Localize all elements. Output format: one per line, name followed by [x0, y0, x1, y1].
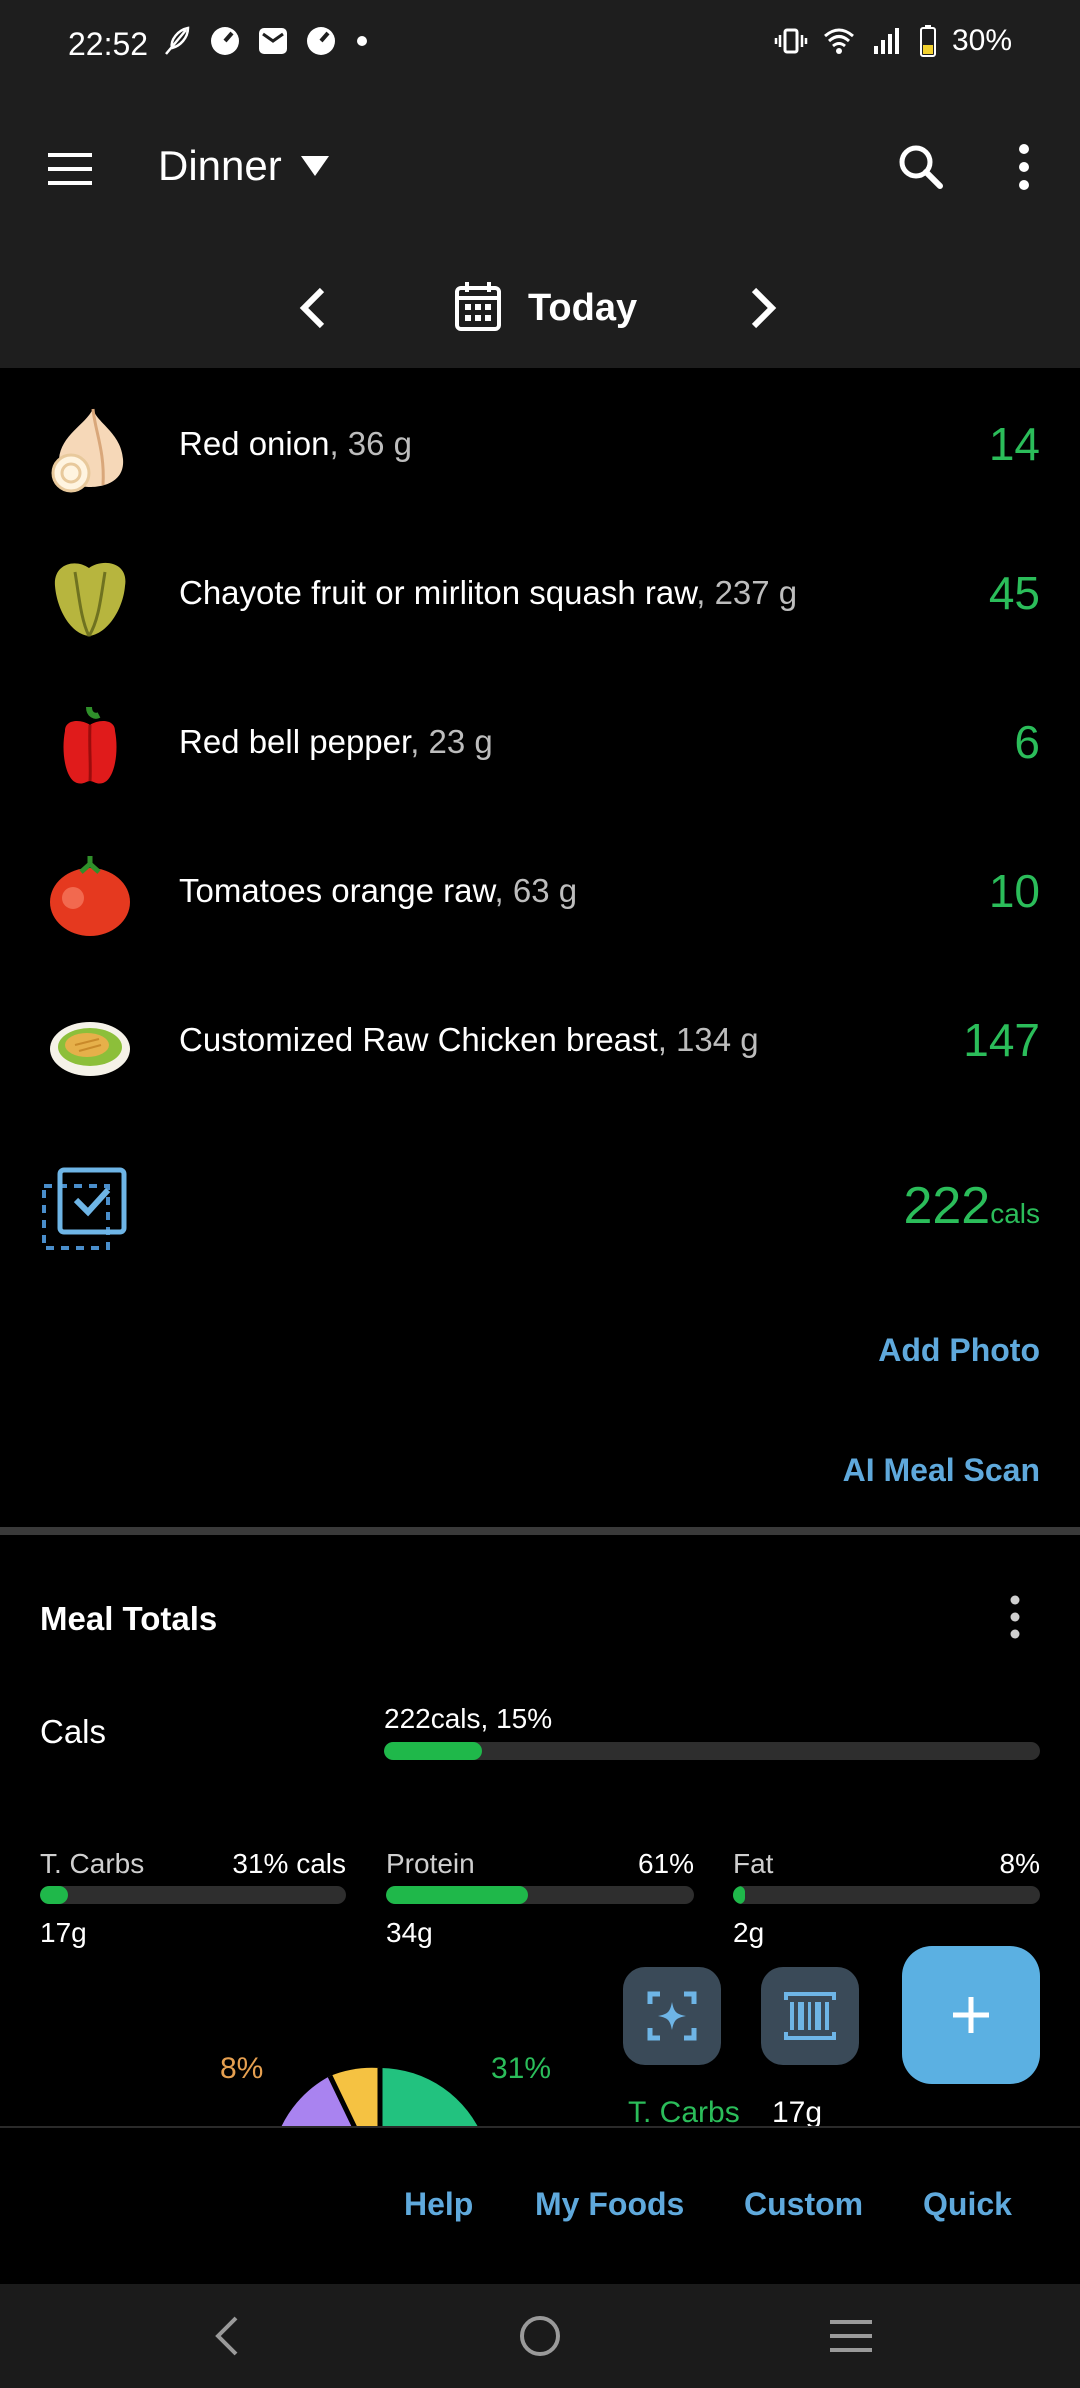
select-items-icon[interactable] [40, 1166, 130, 1252]
dot-icon [357, 36, 367, 46]
date-label[interactable]: Today [528, 287, 637, 330]
food-calories: 6 [1014, 716, 1040, 768]
search-icon[interactable] [896, 142, 946, 192]
ai-scan-fab[interactable] [623, 1967, 721, 2065]
bell-pepper-icon [63, 706, 117, 784]
food-name: Red onion, 36 g [179, 425, 413, 462]
custom-button[interactable]: Custom [744, 2186, 863, 2223]
meal-totals-menu-icon[interactable] [1005, 1594, 1025, 1640]
meal-selector-label: Dinner [158, 142, 282, 189]
mail-icon [259, 28, 287, 54]
dropdown-arrow-icon [300, 156, 329, 176]
add-photo-button[interactable]: Add Photo [878, 1332, 1040, 1369]
food-name: Customized Raw Chicken breast, 134 g [179, 1021, 759, 1058]
food-name: Red bell pepper, 23 g [179, 723, 493, 760]
my-foods-button[interactable]: My Foods [535, 2186, 684, 2223]
chicken-breast-icon [50, 1022, 130, 1076]
food-row[interactable]: Customized Raw Chicken breast, 134 g 147 [0, 969, 1080, 1118]
food-name: Tomatoes orange raw, 63 g [179, 872, 578, 909]
protein-value: 34g [386, 1917, 433, 1948]
signal-icon [873, 28, 899, 54]
food-row[interactable]: Red bell pepper, 23 g 6 [0, 671, 1080, 820]
food-calories: 45 [988, 567, 1040, 619]
speedometer-icon [211, 27, 239, 55]
fat-progress-fill [733, 1886, 746, 1904]
pie-label-fat: 8% [220, 2052, 264, 2085]
status-time: 22:52 [68, 26, 149, 62]
bottom-action-bar: Help My Foods Custom Quick [0, 2126, 1080, 2284]
barcode-icon [784, 1992, 836, 2040]
carbs-label: T. Carbs [40, 1848, 145, 1879]
food-calories: 14 [988, 418, 1040, 470]
food-calories: 10 [988, 865, 1040, 917]
more-options-icon[interactable] [1014, 142, 1034, 192]
ai-meal-scan-button[interactable]: AI Meal Scan [843, 1452, 1040, 1489]
section-divider [0, 1527, 1080, 1535]
calendar-icon[interactable] [454, 280, 502, 332]
tomato-icon [50, 856, 130, 936]
meal-totals-title: Meal Totals [40, 1600, 218, 1637]
food-row[interactable]: Red onion, 36 g 14 [0, 373, 1080, 522]
meal-total-calories: 222cals [903, 1177, 1040, 1235]
app-bar: Dinner [0, 90, 1080, 250]
chayote-icon [54, 562, 126, 637]
fat-percent: 8% [999, 1848, 1040, 1879]
ai-sparkle-icon [647, 1991, 697, 2041]
food-name: Chayote fruit or mirliton squash raw, 23… [179, 574, 798, 611]
macro-pie-chart [281, 2067, 478, 2126]
quick-button[interactable]: Quick [923, 2186, 1012, 2223]
cals-progress-fill [384, 1742, 483, 1760]
back-nav-icon[interactable] [212, 2314, 242, 2358]
protein-label: Protein [386, 1848, 475, 1879]
protein-progress-fill [386, 1886, 528, 1904]
pie-slice-carbs [380, 2068, 478, 2126]
legend-carbs-value: 17g [772, 2096, 823, 2129]
carbs-value: 17g [40, 1917, 87, 1948]
help-button[interactable]: Help [404, 2186, 473, 2223]
barcode-scan-fab[interactable] [761, 1967, 859, 2065]
fat-value: 2g [733, 1917, 765, 1948]
wifi-icon [823, 28, 854, 54]
cals-label: Cals [40, 1713, 107, 1750]
food-row[interactable]: Chayote fruit or mirliton squash raw, 23… [0, 522, 1080, 671]
previous-day-icon[interactable] [296, 286, 330, 330]
speedometer-icon [307, 27, 335, 55]
cals-progress-bar [384, 1742, 1040, 1760]
carbs-percent: 31% cals [232, 1848, 346, 1879]
onion-icon [51, 408, 124, 493]
next-day-icon[interactable] [746, 286, 780, 330]
food-calories: 147 [963, 1014, 1040, 1066]
add-food-fab[interactable] [902, 1946, 1040, 2084]
fat-progress-bar [733, 1886, 1040, 1904]
home-nav-icon[interactable] [518, 2314, 562, 2358]
food-row[interactable]: Tomatoes orange raw, 63 g 10 [0, 820, 1080, 969]
carbs-progress-bar [40, 1886, 346, 1904]
protein-percent: 61% [637, 1848, 694, 1879]
battery-percent: 30% [951, 24, 1012, 57]
date-navigator: Today [0, 250, 1080, 368]
menu-icon[interactable] [46, 149, 94, 189]
vibrate-icon [774, 28, 808, 54]
meal-selector[interactable]: Dinner [158, 142, 330, 190]
legend-carbs-label: T. Carbs [628, 2096, 740, 2129]
system-nav-bar [0, 2284, 1080, 2388]
status-bar: 22:52 30% [0, 0, 1080, 90]
cals-value: 222cals, 15% [384, 1703, 553, 1734]
battery-icon [919, 25, 936, 57]
fat-label: Fat [733, 1848, 774, 1879]
pie-label-carbs: 31% [491, 2052, 552, 2085]
carbs-progress-fill [40, 1886, 68, 1904]
protein-progress-bar [386, 1886, 694, 1904]
feather-icon [165, 26, 190, 55]
plus-icon [953, 1997, 989, 2033]
recents-nav-icon[interactable] [828, 2318, 874, 2354]
